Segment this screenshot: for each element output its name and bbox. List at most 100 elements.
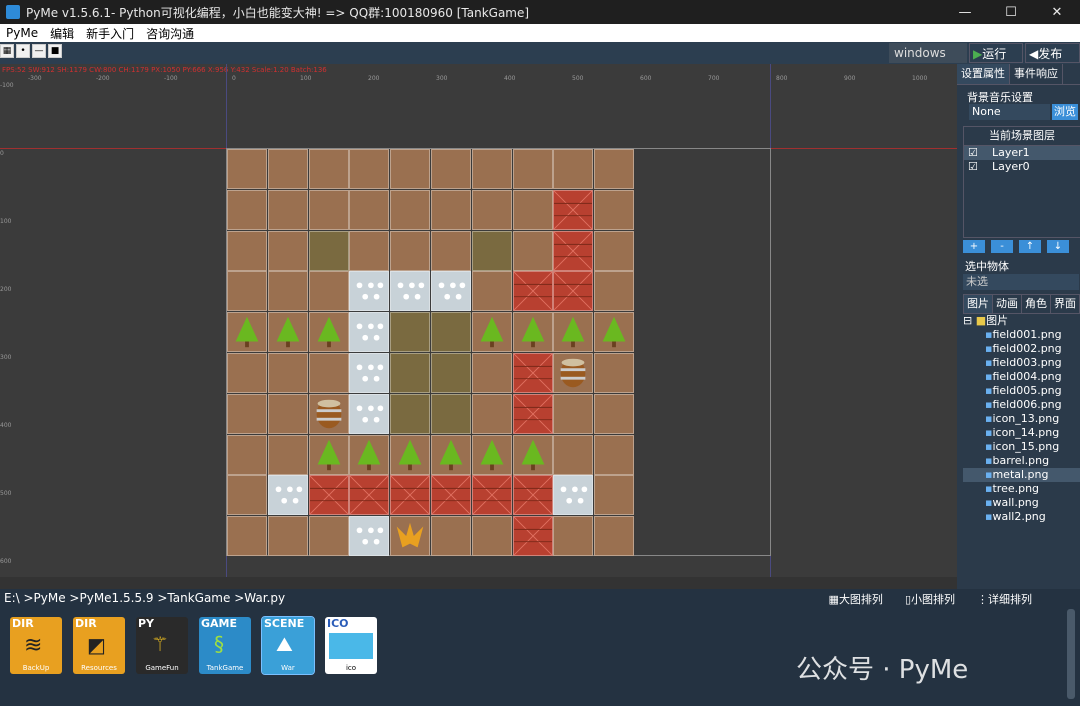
file-item[interactable]: DIR ≋ BackUp (10, 617, 62, 674)
map-tile-dirt[interactable] (227, 393, 267, 434)
map-tile-dirt[interactable] (227, 189, 267, 230)
map-tile-dirt[interactable] (471, 149, 512, 189)
move-layer-up-button[interactable]: ↑ (1019, 240, 1041, 253)
map-tile-dirt[interactable] (227, 271, 267, 312)
map-tile-wall[interactable] (512, 475, 553, 516)
maximize-button[interactable]: ☐ (988, 5, 1034, 20)
panel-divider[interactable] (0, 577, 957, 589)
map-tile-wall[interactable] (431, 475, 471, 516)
map-tile-wall[interactable] (512, 353, 553, 393)
tab-events[interactable]: 事件响应 (1010, 64, 1063, 84)
map-tile-wall[interactable] (553, 230, 594, 271)
map-tile-field[interactable] (308, 230, 349, 271)
map-tile-dirt[interactable] (594, 230, 635, 271)
map-tile-tree[interactable] (227, 312, 267, 353)
map-tile-dirt[interactable] (227, 230, 267, 271)
map-tile-dirt[interactable] (471, 353, 512, 393)
map-tile-tree[interactable] (431, 434, 471, 475)
map-tile-wall[interactable] (553, 189, 594, 230)
image-tree-item[interactable]: ▪wall2.png (963, 510, 1080, 524)
map-tile-tree[interactable] (553, 312, 594, 353)
map-tile-dirt[interactable] (471, 516, 512, 557)
map-tile-dirt[interactable] (512, 189, 553, 230)
layer-checkbox[interactable]: ☑ (968, 160, 992, 174)
run-button[interactable]: ▶运行 (969, 43, 1023, 63)
details-option[interactable]: ⋮详细排列 (977, 591, 1032, 607)
image-tree-item[interactable]: ▪tree.png (963, 482, 1080, 496)
map-tile-dirt[interactable] (267, 230, 308, 271)
image-tree-item[interactable]: ▪icon_15.png (963, 440, 1080, 454)
map-tile-dirt[interactable] (267, 271, 308, 312)
map-tile-metal[interactable] (390, 271, 431, 312)
image-tree-item[interactable]: ▪metal.png (963, 468, 1080, 482)
map-tile-dirt[interactable] (390, 230, 431, 271)
image-tree-item[interactable]: ▪field004.png (963, 370, 1080, 384)
map-tile-eagle[interactable] (390, 516, 431, 557)
file-browser-scrollbar[interactable] (1067, 609, 1075, 699)
map-tile-dirt[interactable] (390, 189, 431, 230)
map-tile-tree[interactable] (512, 434, 553, 475)
map-tile-field[interactable] (390, 393, 431, 434)
tab-ui[interactable]: 界面 (1051, 295, 1080, 313)
image-tree-item[interactable]: ▪field003.png (963, 356, 1080, 370)
map-tile-metal[interactable] (349, 393, 390, 434)
map-tile-tree[interactable] (512, 312, 553, 353)
image-tree-item[interactable]: ▪icon_14.png (963, 426, 1080, 440)
map-tile-dirt[interactable] (594, 393, 635, 434)
map-tile-dirt[interactable] (594, 434, 635, 475)
map-tile-metal[interactable] (431, 271, 471, 312)
map-tile-dirt[interactable] (553, 393, 594, 434)
line-icon[interactable]: — (32, 44, 46, 58)
close-button[interactable]: ✕ (1034, 5, 1080, 20)
map-tile-dirt[interactable] (431, 230, 471, 271)
map-tile-dirt[interactable] (227, 475, 267, 516)
layer-item[interactable]: ☑ Layer1 (964, 146, 1080, 160)
map-tile-tree[interactable] (267, 312, 308, 353)
map-tile-wall[interactable] (512, 271, 553, 312)
map-tile-tree[interactable] (471, 312, 512, 353)
map-tile-field[interactable] (471, 230, 512, 271)
map-tile-dirt[interactable] (227, 516, 267, 557)
map-tile-dirt[interactable] (594, 353, 635, 393)
map-tile-tree[interactable] (594, 312, 635, 353)
map-tile-dirt[interactable] (471, 393, 512, 434)
map-tile-dirt[interactable] (431, 149, 471, 189)
map-tile-barrel[interactable] (553, 353, 594, 393)
image-tree-item[interactable]: ▪field005.png (963, 384, 1080, 398)
map-tile-dirt[interactable] (594, 271, 635, 312)
map-tile-dirt[interactable] (227, 434, 267, 475)
map-tile-wall[interactable] (553, 271, 594, 312)
map-tile-wall[interactable] (349, 475, 390, 516)
map-tile-dirt[interactable] (349, 230, 390, 271)
map-tile-dirt[interactable] (553, 434, 594, 475)
file-item[interactable]: GAME § TankGame (199, 617, 251, 674)
map-tile-dirt[interactable] (227, 149, 267, 189)
map-tile-metal[interactable] (349, 312, 390, 353)
map-tile-dirt[interactable] (390, 149, 431, 189)
map-tile-dirt[interactable] (349, 149, 390, 189)
tab-animations[interactable]: 动画 (993, 295, 1022, 313)
platform-select[interactable]: windows (889, 43, 967, 63)
map-tile-dirt[interactable] (267, 393, 308, 434)
dot-icon[interactable]: • (16, 44, 30, 58)
map-tile-dirt[interactable] (471, 189, 512, 230)
map-tile-wall[interactable] (308, 475, 349, 516)
map-tile-wall[interactable] (512, 516, 553, 557)
map-tile-tree[interactable] (390, 434, 431, 475)
map-tile-dirt[interactable] (308, 189, 349, 230)
map-tile-dirt[interactable] (267, 149, 308, 189)
square-icon[interactable]: ■ (48, 44, 62, 58)
image-tree-item[interactable]: ▪wall.png (963, 496, 1080, 510)
map-tile-metal[interactable] (267, 475, 308, 516)
map-tile-dirt[interactable] (308, 516, 349, 557)
image-tree-item[interactable]: ▪icon_13.png (963, 412, 1080, 426)
map-tile-tree[interactable] (308, 312, 349, 353)
layer-checkbox[interactable]: ☑ (968, 146, 992, 160)
remove-layer-button[interactable]: - (991, 240, 1013, 253)
menu-contact[interactable]: 咨询沟通 (140, 25, 200, 42)
menu-edit[interactable]: 编辑 (44, 25, 80, 42)
map-tile-field[interactable] (390, 353, 431, 393)
map-tile-dirt[interactable] (553, 516, 594, 557)
map-tile-dirt[interactable] (349, 189, 390, 230)
tab-properties[interactable]: 设置属性 (957, 64, 1010, 84)
